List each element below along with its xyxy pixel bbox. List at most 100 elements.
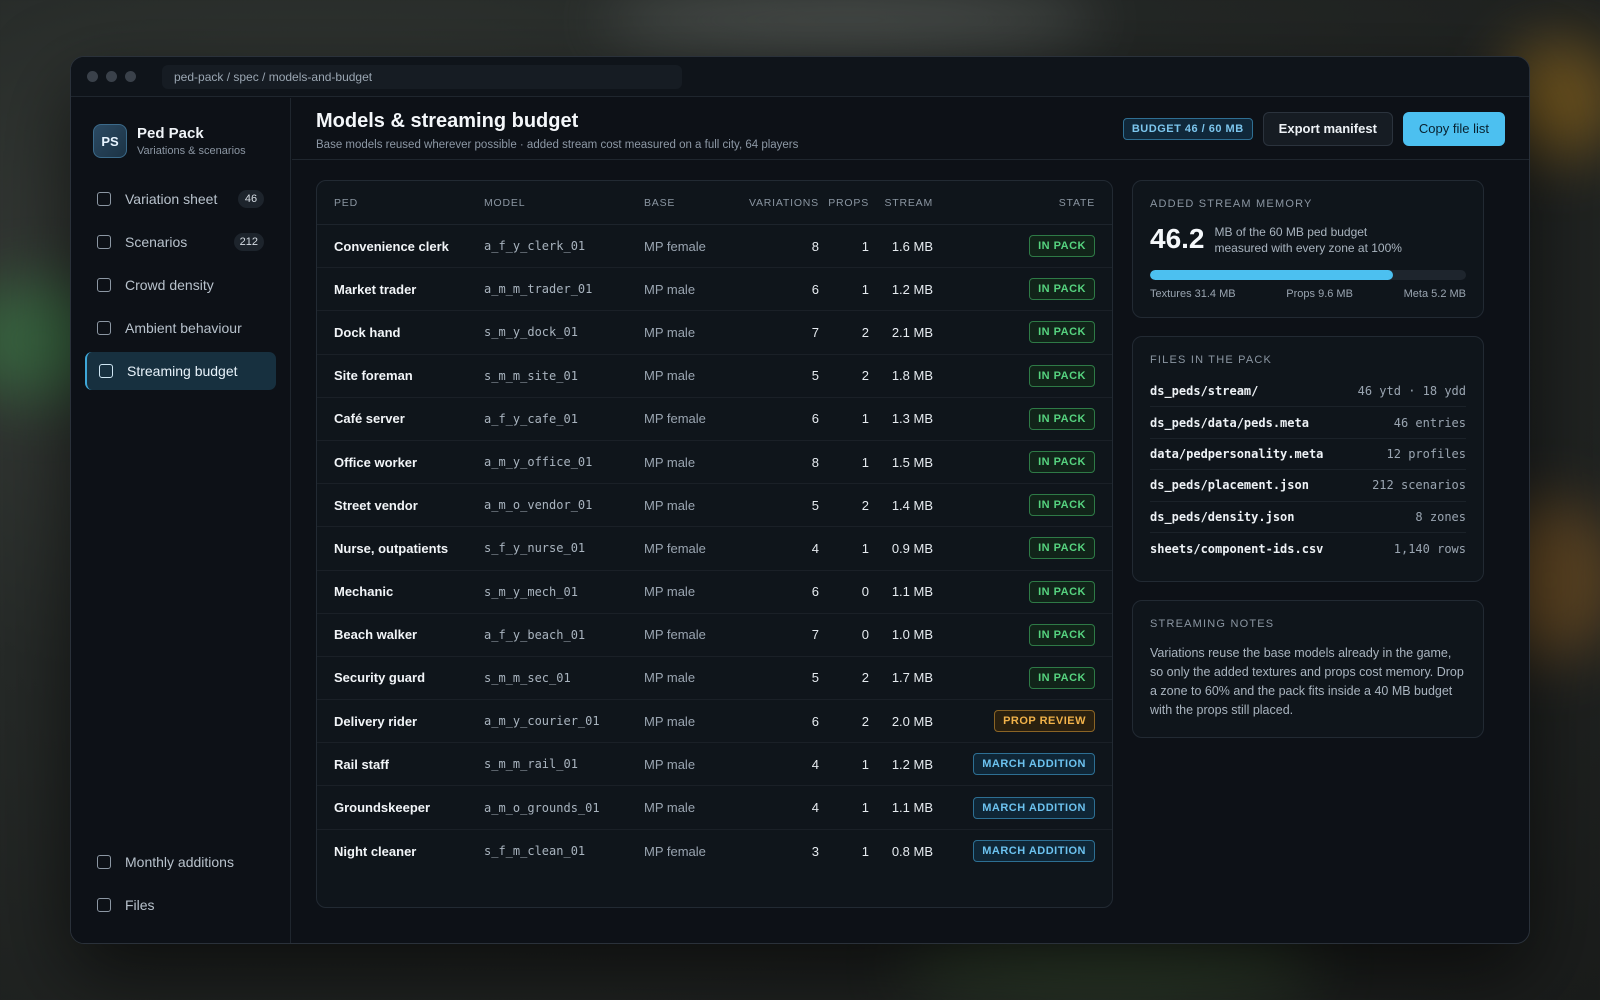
- file-row[interactable]: sheets/component-ids.csv 1,140 rows: [1150, 533, 1466, 564]
- state-badge: MARCH ADDITION: [973, 840, 1095, 863]
- table-row[interactable]: Market trader a_m_m_trader_01 MP male 6 1 1.2…: [317, 268, 1112, 312]
- base-model: MP male: [644, 800, 696, 816]
- model-id: s_m_m_rail_01: [484, 757, 578, 772]
- sidebar-item-crowd-density[interactable]: Crowd density: [85, 266, 276, 304]
- stream-size: 1.1 MB: [891, 800, 933, 816]
- window-maximize-dot[interactable]: [125, 71, 136, 82]
- count-badge: 46: [238, 190, 264, 208]
- file-name: ds_peds/density.json: [1150, 509, 1295, 524]
- stream-size: 0.8 MB: [891, 843, 933, 859]
- base-model: MP male: [644, 281, 696, 297]
- file-row[interactable]: data/pedpersonality.meta 12 profiles: [1150, 439, 1466, 471]
- table-row[interactable]: Dock hand s_m_y_dock_01 MP male 7 2 2.1 MB IN …: [317, 311, 1112, 355]
- file-row[interactable]: ds_peds/placement.json 212 scenarios: [1150, 470, 1466, 502]
- file-meta: 46 entries: [1393, 415, 1466, 430]
- stream-size: 1.0 MB: [891, 627, 933, 643]
- ped-name: Dock hand: [334, 324, 401, 340]
- memory-value: 46.2: [1150, 223, 1205, 254]
- stream-size: 2.1 MB: [891, 324, 933, 340]
- ped-name: Mechanic: [334, 584, 394, 600]
- variations-count: 7: [811, 324, 819, 340]
- table-row[interactable]: Convenience clerk a_f_y_clerk_01 MP female…: [317, 225, 1112, 269]
- table-row[interactable]: Café server a_f_y_cafe_01 MP female 6 1 1.3 M…: [317, 398, 1112, 441]
- checkbox-icon: [97, 192, 111, 206]
- state-badge: MARCH ADDITION: [973, 753, 1095, 776]
- checkbox-icon: [97, 855, 111, 869]
- sidebar-bottom-nav: Monthly additions Files: [85, 843, 276, 929]
- table-row[interactable]: Groundskeeper a_m_o_grounds_01 MP male 4 1 1.…: [317, 786, 1112, 830]
- model-id: s_m_y_mech_01: [484, 584, 578, 599]
- sidebar-item-streaming-budget[interactable]: Streaming budget: [85, 352, 276, 390]
- ped-name: Night cleaner: [334, 843, 417, 859]
- stream-size: 1.4 MB: [891, 497, 933, 513]
- props-count: 1: [861, 843, 869, 859]
- table-row[interactable]: Rail staff s_m_m_rail_01 MP male 4 1 1.2 MB MA…: [317, 743, 1112, 787]
- checkbox-icon: [97, 321, 111, 335]
- titlebar: ped-pack / spec / models-and-budget: [71, 57, 1529, 97]
- file-meta: 8 zones: [1415, 509, 1466, 524]
- column-header-ped[interactable]: PED: [334, 197, 484, 209]
- column-header-stream[interactable]: STREAM: [869, 197, 933, 209]
- table-row[interactable]: Security guard s_m_m_sec_01 MP male 5 2 1.7 M…: [317, 657, 1112, 701]
- ped-name: Rail staff: [334, 756, 389, 772]
- stream-size: 1.1 MB: [891, 584, 933, 600]
- url-bar[interactable]: ped-pack / spec / models-and-budget: [162, 64, 682, 89]
- checkbox-icon: [97, 278, 111, 292]
- file-meta: 46 ytd · 18 ydd: [1357, 384, 1466, 399]
- sidebar-item-monthly-additions[interactable]: Monthly additions: [85, 843, 276, 881]
- card-label: STREAMING NOTES: [1150, 618, 1275, 631]
- sidebar-nav: Variation sheet 46 Scenarios 212 Crowd d…: [71, 180, 290, 390]
- ped-name: Nurse, outpatients: [334, 540, 449, 556]
- table-row[interactable]: Site foreman s_m_m_site_01 MP male 5 2 1.8 MB…: [317, 355, 1112, 398]
- backdrop-blob: [600, 0, 1100, 50]
- ped-name: Beach walker: [334, 627, 418, 643]
- stream-size: 0.9 MB: [891, 540, 933, 556]
- table-row[interactable]: Beach walker a_f_y_beach_01 MP female 7 0 1.0…: [317, 614, 1112, 657]
- stream-size: 1.2 MB: [891, 281, 933, 297]
- window-close-dot[interactable]: [87, 71, 98, 82]
- props-count: 2: [861, 497, 869, 513]
- column-header-props[interactable]: PROPS: [819, 197, 869, 209]
- table-row[interactable]: Mechanic s_m_y_mech_01 MP male 6 0 1.1 MB IN P…: [317, 571, 1112, 614]
- column-header-base[interactable]: BASE: [644, 197, 734, 209]
- export-manifest-button[interactable]: Export manifest: [1262, 112, 1393, 146]
- sidebar-item-label: Monthly additions: [125, 854, 234, 870]
- column-header-variations[interactable]: VARIATIONS: [734, 197, 819, 209]
- table-row[interactable]: Office worker a_m_y_office_01 MP male 8 1 1.5…: [317, 441, 1112, 485]
- table-row[interactable]: Delivery rider a_m_y_courier_01 MP male 6 2 2…: [317, 700, 1112, 744]
- sidebar: PS Ped Pack Variations & scenarios Varia…: [71, 98, 291, 943]
- file-row[interactable]: ds_peds/stream/46 ytd · 18 ydd: [1150, 376, 1466, 408]
- props-count: 2: [861, 324, 869, 340]
- window-minimize-dot[interactable]: [106, 71, 117, 82]
- variations-count: 8: [811, 454, 819, 470]
- ped-name: Café server: [334, 411, 405, 427]
- brand: PS Ped Pack Variations & scenarios: [71, 98, 290, 158]
- table-row[interactable]: Night cleaner s_f_m_clean_01 MP female 3 1 0.…: [317, 830, 1112, 873]
- file-name: sheets/component-ids.csv: [1150, 541, 1324, 556]
- model-id: s_m_m_site_01: [484, 368, 578, 383]
- column-header-model[interactable]: MODEL: [484, 197, 644, 209]
- model-id: a_f_y_cafe_01: [484, 411, 578, 426]
- state-badge: IN PACK: [1029, 278, 1095, 301]
- table-row[interactable]: Street vendor a_m_o_vendor_01 MP male 5 2 1.4…: [317, 484, 1112, 528]
- ped-name: Office worker: [334, 454, 418, 470]
- sidebar-item-ambient-behaviour[interactable]: Ambient behaviour: [85, 309, 276, 347]
- file-row[interactable]: ds_peds/data/peds.meta 46 entries: [1150, 407, 1466, 439]
- file-row[interactable]: ds_peds/density.json 8 zones: [1150, 502, 1466, 533]
- variations-count: 4: [811, 756, 819, 772]
- table-row[interactable]: Nurse, outpatients s_f_y_nurse_01 MP femal…: [317, 527, 1112, 571]
- sidebar-item-files[interactable]: Files: [85, 886, 276, 924]
- brand-subtitle: Variations & scenarios: [137, 145, 246, 157]
- state-badge: IN PACK: [1029, 407, 1095, 430]
- stream-size: 1.7 MB: [891, 670, 933, 686]
- brand-name: Ped Pack: [137, 125, 204, 142]
- variations-count: 7: [811, 627, 819, 643]
- state-badge: IN PACK: [1029, 666, 1095, 689]
- column-header-state[interactable]: STATE: [933, 197, 1095, 209]
- model-id: a_m_y_courier_01: [484, 714, 600, 729]
- sidebar-item-variation-sheet[interactable]: Variation sheet 46: [85, 180, 276, 218]
- copy-file-list-button[interactable]: Copy file list: [1402, 112, 1505, 146]
- model-id: s_m_m_sec_01: [484, 670, 571, 685]
- sidebar-item-scenarios[interactable]: Scenarios 212: [85, 223, 276, 261]
- props-count: 1: [861, 411, 869, 427]
